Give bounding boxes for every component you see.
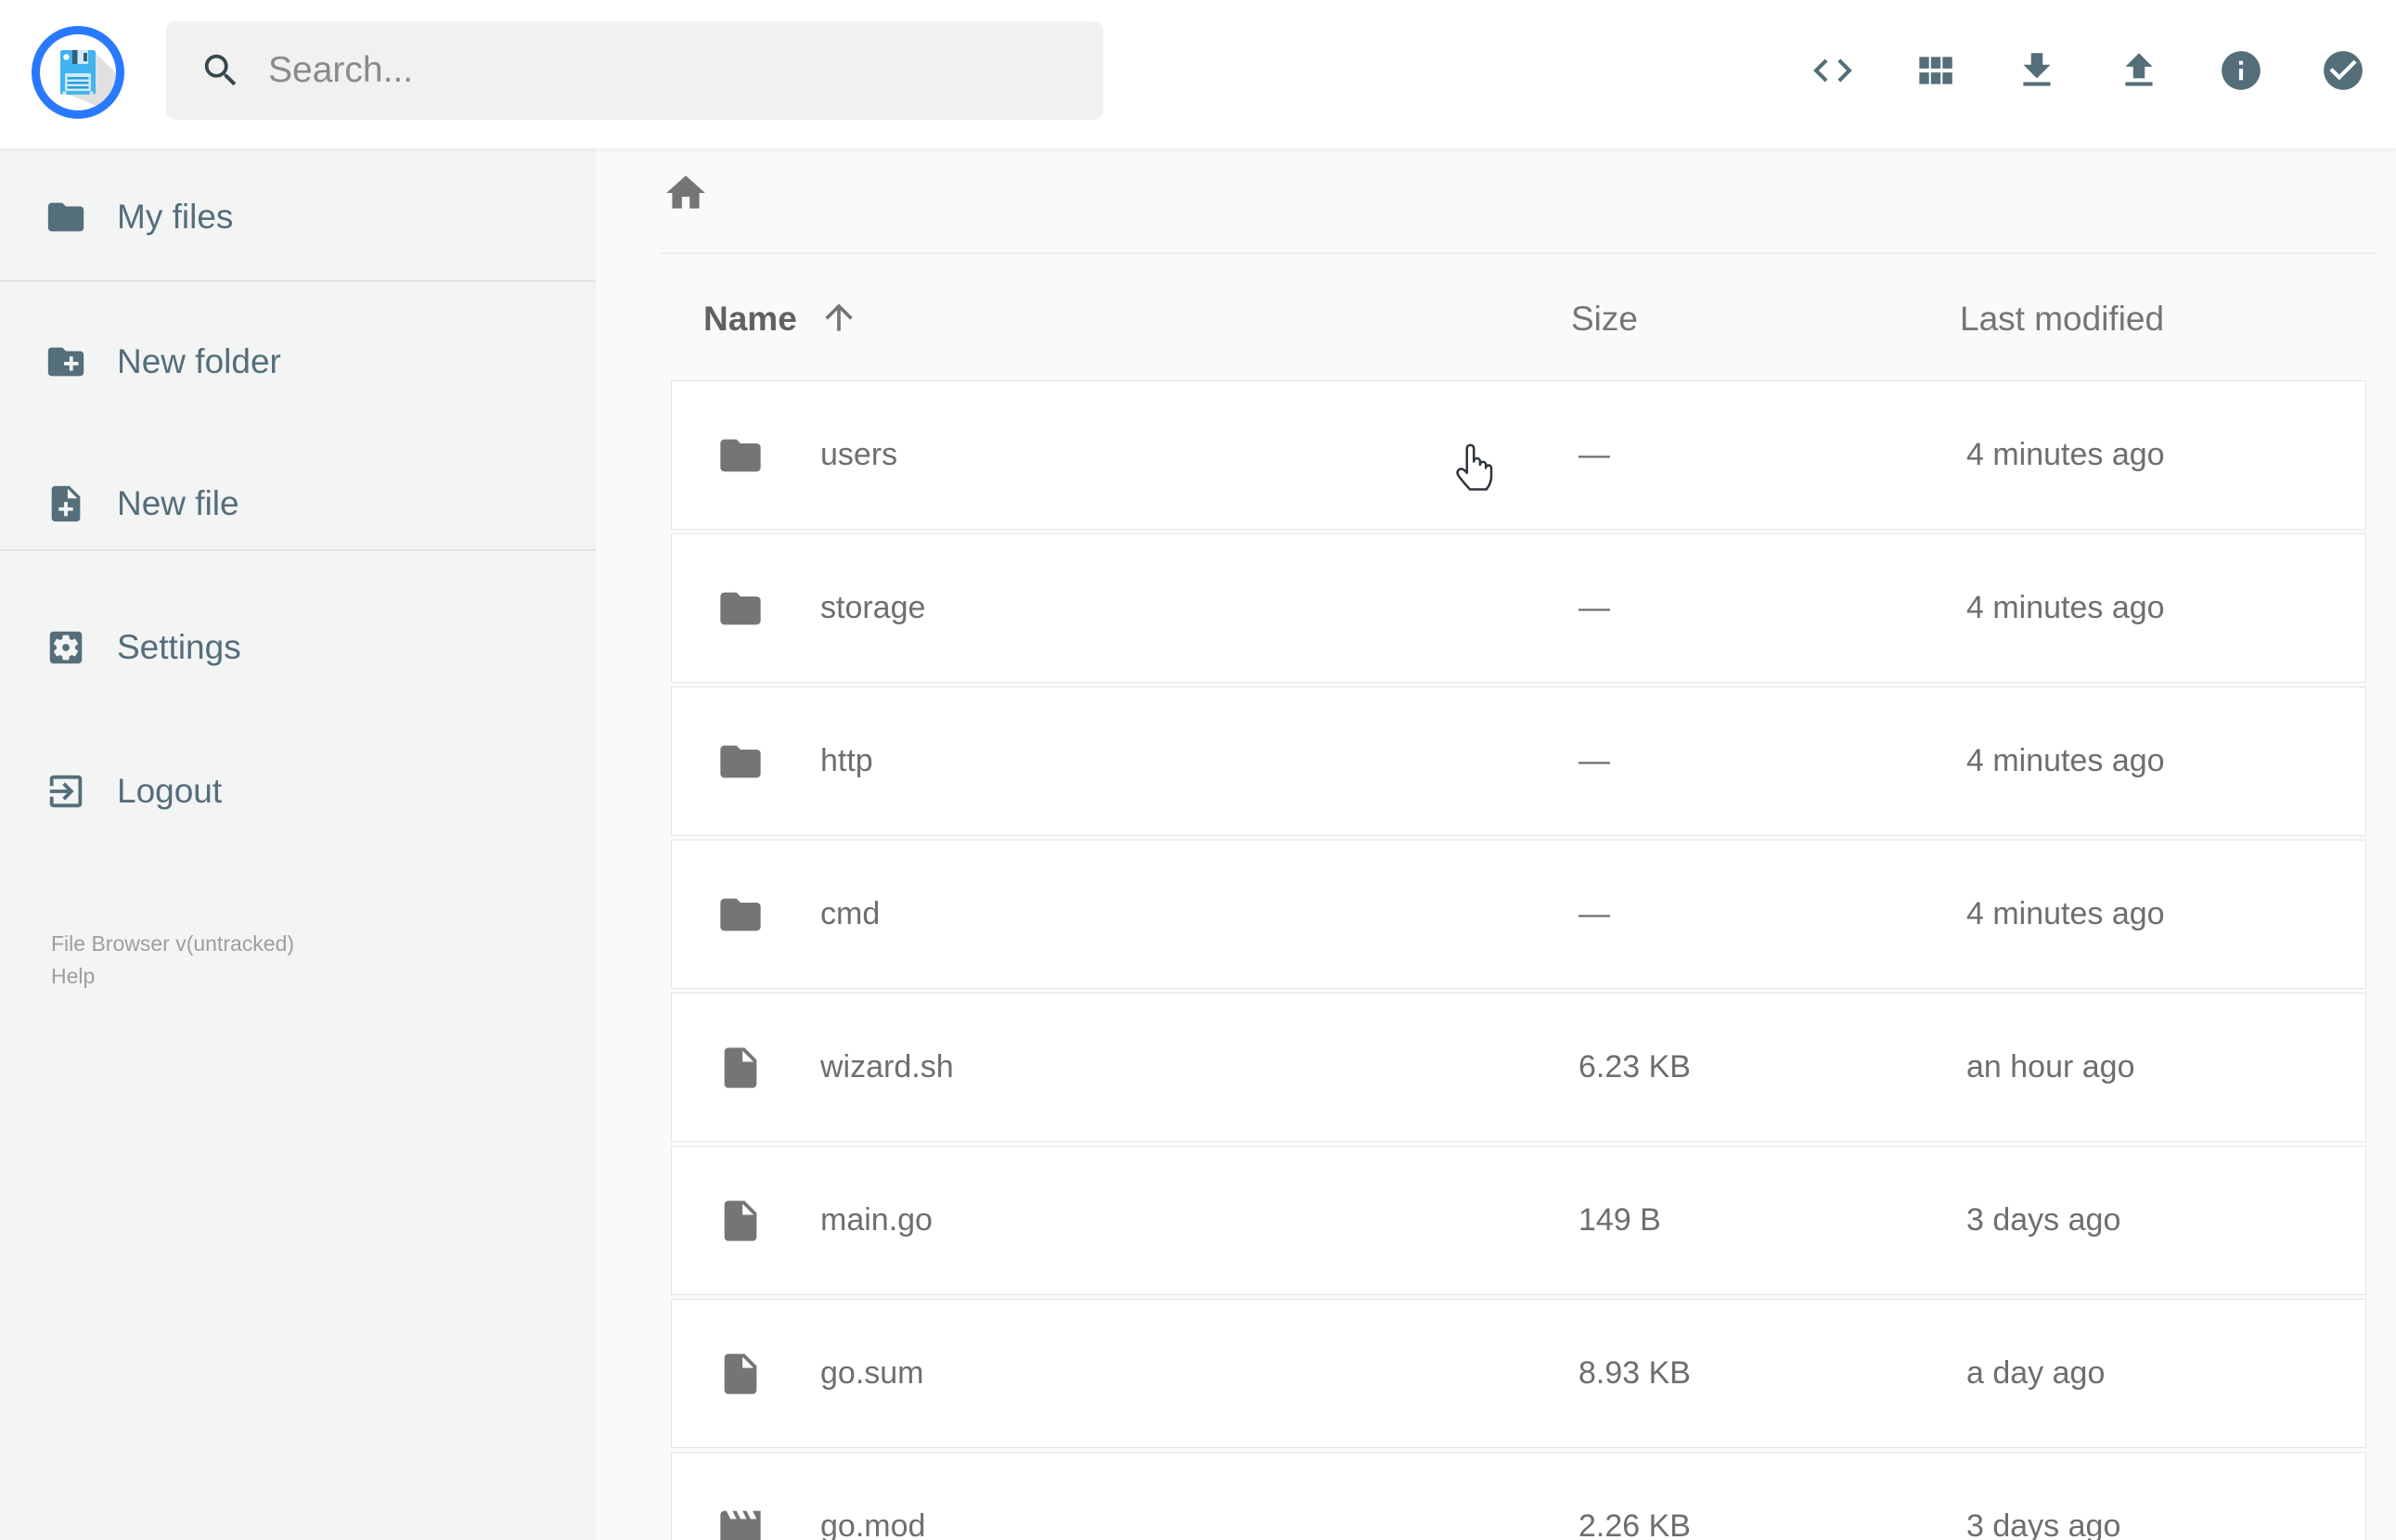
file-size: 6.23 KB [1578, 1049, 1691, 1084]
breadcrumb-divider [662, 252, 2376, 254]
folder-icon [47, 202, 84, 232]
file-modified: an hour ago [1966, 1049, 2135, 1084]
file-row-main-go[interactable]: main.go 149 B 3 days ago [671, 1146, 2366, 1295]
file-size: — [1578, 896, 1610, 931]
sidebar-item-logout[interactable]: Logout [0, 749, 596, 834]
file-name: go.mod [820, 1508, 926, 1540]
column-header-size[interactable]: Size [1571, 299, 1638, 340]
info-button[interactable] [2218, 47, 2264, 94]
file-name: main.go [820, 1202, 933, 1238]
file-icon [724, 1200, 757, 1241]
info-icon [2222, 51, 2261, 90]
sidebar-divider [0, 280, 596, 282]
check-circle-icon [2324, 51, 2363, 90]
home-icon [666, 175, 705, 209]
file-modified: 3 days ago [1966, 1508, 2121, 1540]
file-size: — [1578, 590, 1610, 625]
file-size: 8.93 KB [1578, 1355, 1691, 1391]
file-modified: 4 minutes ago [1966, 743, 2165, 778]
folder-icon [720, 439, 761, 471]
file-row-go-sum[interactable]: go.sum 8.93 KB a day ago [671, 1299, 2366, 1448]
file-name: cmd [820, 896, 881, 931]
filebrowser-app: My files New folder New file Settings Lo… [0, 0, 2396, 1540]
top-bar [0, 0, 2396, 149]
sidebar-item-label: New folder [117, 342, 281, 380]
file-row-users[interactable]: users — 4 minutes ago [671, 380, 2366, 530]
help-link[interactable]: Help [51, 963, 95, 989]
sidebar-item-label: New file [117, 484, 239, 522]
file-size: — [1578, 743, 1610, 778]
breadcrumb-home-button[interactable] [663, 170, 709, 216]
filebrowser-logo-icon [32, 26, 124, 119]
select-multiple-button[interactable] [2320, 47, 2366, 94]
file-modified: 4 minutes ago [1966, 590, 2165, 625]
sidebar: My files New folder New file Settings Lo… [0, 148, 596, 1540]
column-header-name[interactable]: Name [703, 299, 797, 340]
search-input[interactable] [266, 49, 1085, 92]
file-modified: 3 days ago [1966, 1202, 2121, 1238]
logout-icon [49, 775, 83, 808]
file-icon [724, 1046, 757, 1088]
sidebar-divider [0, 549, 596, 551]
sidebar-item-new-folder[interactable]: New folder [0, 319, 596, 404]
folder-plus-icon [47, 347, 84, 377]
file-modified: 4 minutes ago [1966, 437, 2165, 472]
folder-icon [720, 592, 761, 624]
file-name: wizard.sh [820, 1049, 954, 1084]
upload-icon [2125, 53, 2153, 86]
movie-icon [720, 1510, 761, 1540]
file-name: go.sum [820, 1355, 924, 1391]
grid-view-icon [1919, 57, 1952, 84]
topbar-actions [1810, 47, 2366, 94]
settings-icon [49, 631, 83, 664]
file-size: — [1578, 437, 1610, 472]
sidebar-item-label: My files [117, 198, 234, 236]
search-icon [204, 54, 237, 86]
code-icon [1813, 58, 1852, 83]
file-icon [724, 1353, 757, 1394]
sidebar-item-new-file[interactable]: New file [0, 461, 596, 546]
file-listing: users — 4 minutes ago storage — 4 minute… [671, 380, 2366, 1540]
file-name: users [820, 437, 898, 472]
file-row-go-mod[interactable]: go.mod 2.26 KB 3 days ago [671, 1452, 2366, 1540]
sidebar-item-label: Settings [117, 628, 241, 666]
file-name: http [820, 743, 873, 778]
column-header-last-modified[interactable]: Last modified [1960, 299, 2164, 340]
app-version-text: File Browser v(untracked) [51, 931, 295, 956]
sidebar-item-label: Logout [117, 772, 223, 810]
file-row-cmd[interactable]: cmd — 4 minutes ago [671, 840, 2366, 989]
upload-button[interactable] [2116, 47, 2162, 94]
file-row-storage[interactable]: storage — 4 minutes ago [671, 533, 2366, 683]
download-button[interactable] [2014, 47, 2060, 94]
file-row-wizard-sh[interactable]: wizard.sh 6.23 KB an hour ago [671, 993, 2366, 1142]
file-row-http[interactable]: http — 4 minutes ago [671, 687, 2366, 836]
file-size: 149 B [1578, 1202, 1661, 1238]
file-size: 2.26 KB [1578, 1508, 1691, 1540]
shell-button[interactable] [1810, 47, 1856, 94]
file-plus-icon [51, 485, 81, 522]
sidebar-item-settings[interactable]: Settings [0, 605, 596, 690]
folder-icon [720, 898, 761, 930]
switch-view-button[interactable] [1912, 47, 1958, 94]
download-icon [2023, 53, 2051, 86]
file-modified: a day ago [1966, 1355, 2106, 1391]
folder-icon [720, 745, 761, 777]
sort-ascending-icon[interactable] [818, 297, 859, 338]
search-bar [166, 21, 1103, 120]
file-name: storage [820, 590, 926, 625]
file-modified: 4 minutes ago [1966, 896, 2165, 931]
sidebar-item-my-files[interactable]: My files [0, 174, 596, 260]
